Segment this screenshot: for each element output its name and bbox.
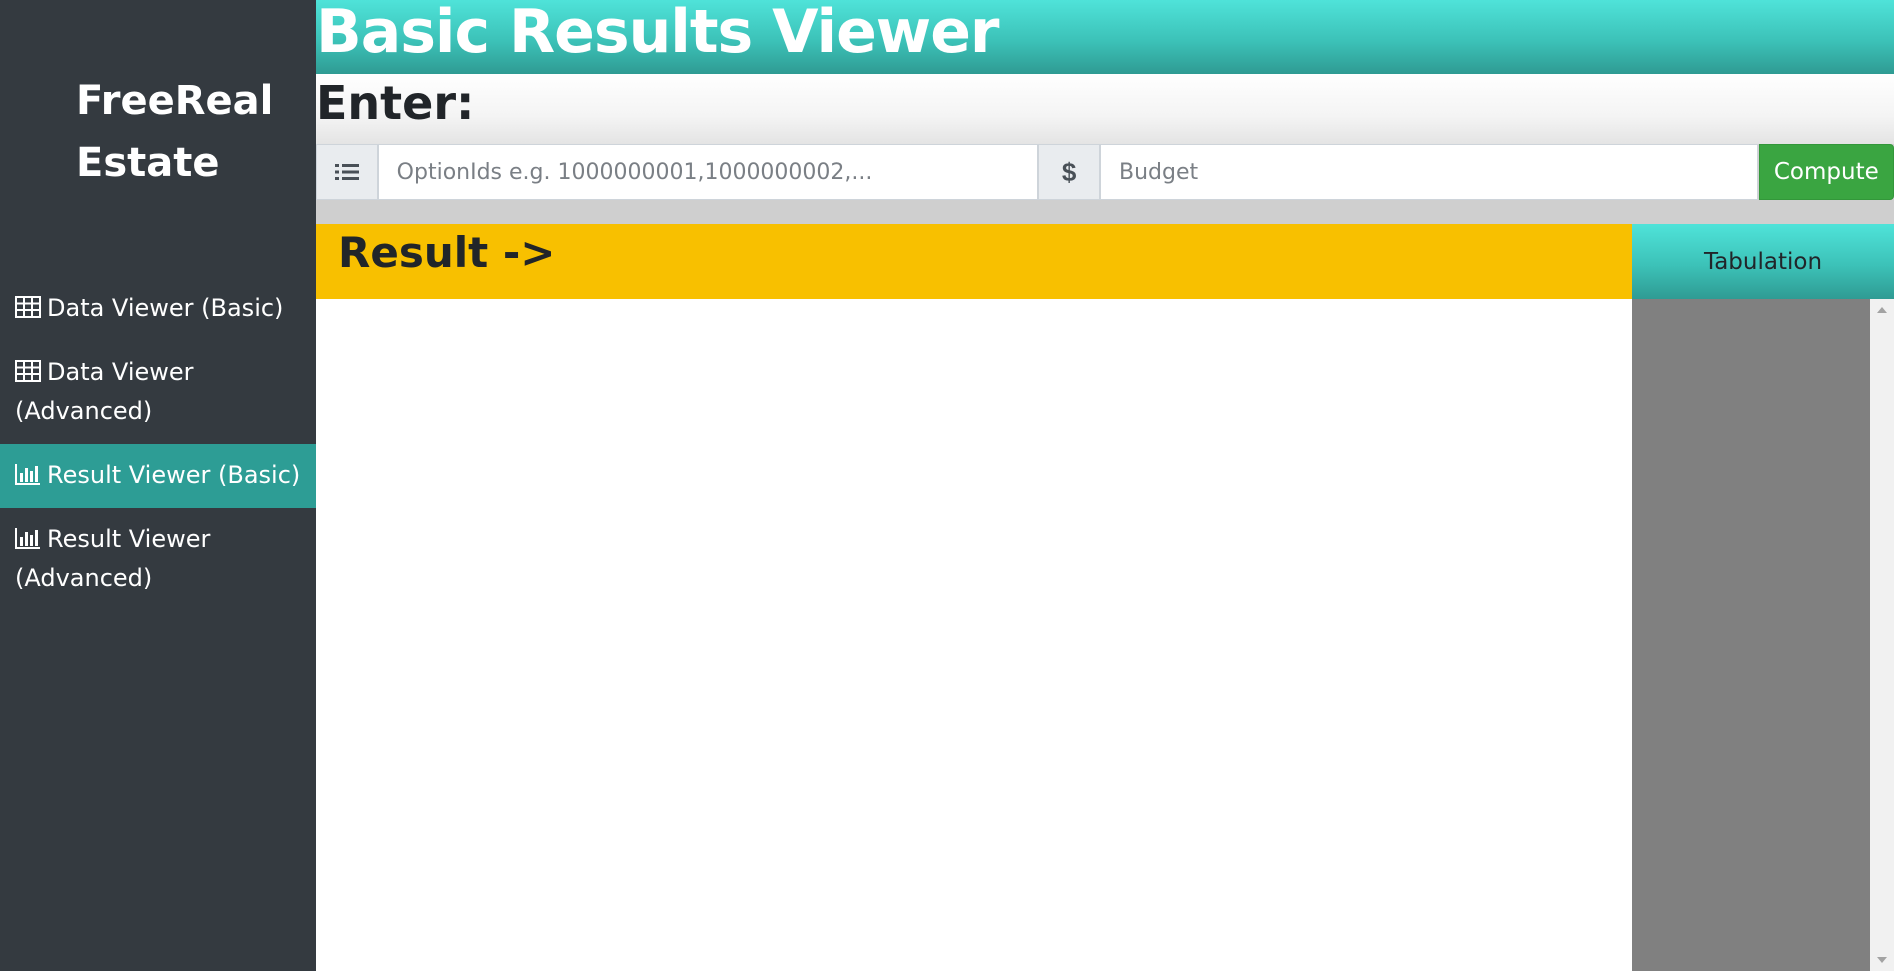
currency-addon: $ <box>1038 144 1100 200</box>
bar-chart-icon <box>15 528 40 549</box>
sidebar-item-label: Result Viewer (Basic) <box>47 461 301 489</box>
options-addon <box>316 144 378 200</box>
sidebar-item-data-viewer-advanced[interactable]: Data Viewer (Advanced) <box>0 341 316 444</box>
sidebar-item-data-viewer-basic[interactable]: Data Viewer (Basic) <box>0 277 316 341</box>
sidebar-nav: Data Viewer (Basic) Data Viewer (Advance… <box>0 277 316 611</box>
divider-band <box>316 200 1894 224</box>
budget-input[interactable] <box>1099 144 1758 200</box>
sidebar-item-label: Result Viewer (Advanced) <box>15 525 211 592</box>
tab-tabulation[interactable]: Tabulation <box>1632 224 1894 299</box>
tab-tabulation-label: Tabulation <box>1703 248 1823 275</box>
compute-button[interactable]: Compute <box>1758 144 1894 200</box>
scroll-down-icon[interactable] <box>1877 957 1887 963</box>
tabulation-scrollbar[interactable] <box>1870 299 1894 971</box>
sidebar-item-result-viewer-advanced[interactable]: Result Viewer (Advanced) <box>0 508 316 611</box>
result-title: Result -> <box>338 228 556 277</box>
sidebar-item-result-viewer-basic[interactable]: Result Viewer (Basic) <box>0 444 316 508</box>
table-icon <box>15 360 41 382</box>
page-title: Basic Results Viewer <box>316 0 999 67</box>
result-panel <box>316 299 1632 971</box>
brand-logo-text[interactable]: FreeReal Estate <box>76 70 296 194</box>
enter-section: Enter: <box>316 74 1894 144</box>
bar-chart-icon <box>15 464 40 485</box>
tabulation-panel <box>1632 299 1870 971</box>
list-icon <box>334 164 359 180</box>
page-header: Basic Results Viewer <box>316 0 1894 74</box>
result-header: Result -> <box>316 224 1632 299</box>
scroll-up-icon[interactable] <box>1877 307 1887 313</box>
sidebar-item-label: Data Viewer (Advanced) <box>15 358 194 425</box>
enter-label: Enter: <box>316 76 475 130</box>
input-group: $ Compute <box>316 144 1894 200</box>
dollar-icon: $ <box>1061 156 1077 187</box>
option-ids-input[interactable] <box>377 144 1039 200</box>
sidebar: FreeReal Estate Data Viewer (Basic) Data… <box>0 0 316 971</box>
app-window: FreeReal Estate Data Viewer (Basic) Data… <box>0 0 1894 971</box>
table-icon <box>15 296 41 318</box>
sidebar-item-label: Data Viewer (Basic) <box>47 294 284 322</box>
